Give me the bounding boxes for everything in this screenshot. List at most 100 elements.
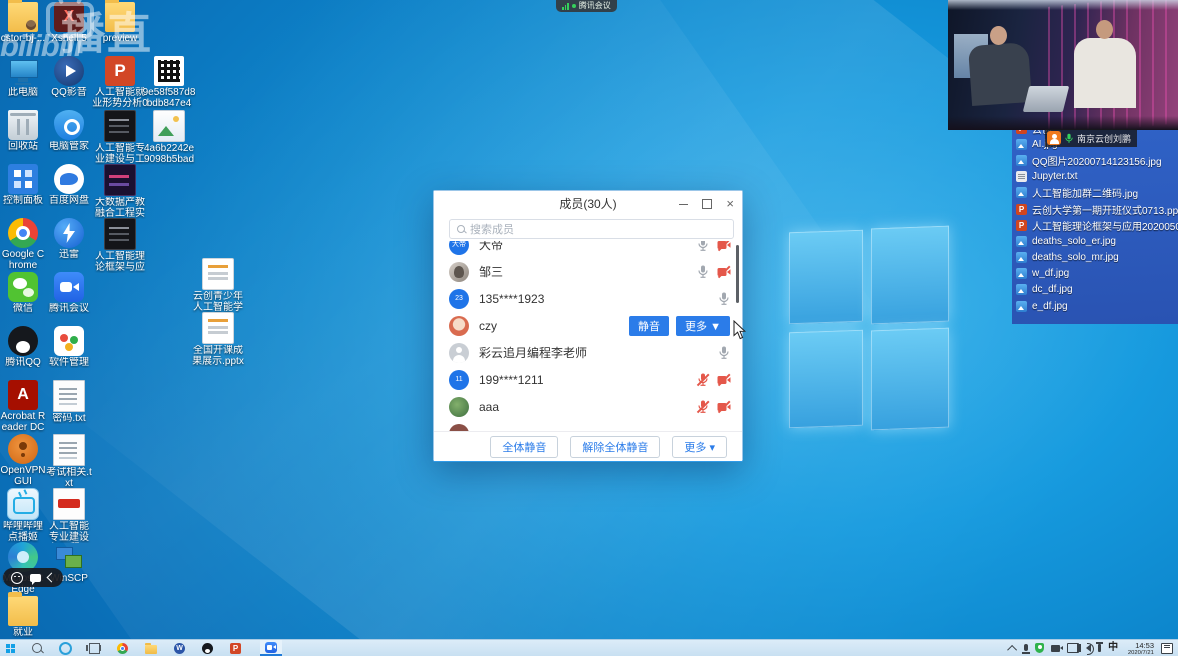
file-explorer-icon[interactable] [145,645,157,654]
desktop-icon[interactable]: 微信 [0,272,46,326]
file-item[interactable]: 人工智能加群二维码.jpg [1016,185,1178,201]
task-view-icon[interactable] [89,643,100,654]
file-item[interactable]: e_df.jpg [1016,298,1178,314]
file-item[interactable]: 人工智能理论框架与应用20200506.pptx [1016,217,1178,233]
desktop-icon[interactable]: 此电脑 [0,56,46,110]
tray-security-icon[interactable] [1035,643,1044,653]
desktop-icon[interactable]: 4a6b2242e9098b5bad5... [142,110,196,164]
desktop-icon[interactable]: 人工智能理论框架与应用2... [92,218,148,272]
desktop-icon[interactable]: 控制面板 [0,164,46,218]
tray-camera-icon[interactable] [1051,645,1060,652]
member-row[interactable]: 23 135****1923 [434,285,742,312]
live-toolbar[interactable] [3,568,63,587]
member-row[interactable]: 彩云追月编程李老师 [434,339,742,366]
tencent-meeting-taskbar-active[interactable] [260,640,282,656]
desktop-icon-label: 腾讯会议 [46,303,92,314]
desktop-icon[interactable]: 软件管理 [46,326,92,380]
search-icon[interactable] [32,643,42,653]
cortana-icon[interactable] [59,642,72,655]
webcam-video-feed[interactable] [948,0,1178,130]
desktop-icon[interactable]: 9e58f587d8bdb847e47... [142,56,196,110]
desktop-icon[interactable]: 考试相关.txt [46,434,92,488]
file-type-icon [1016,252,1027,263]
mute-button[interactable]: 静音 [629,316,669,336]
camera-icon[interactable] [716,373,732,387]
file-type-icon [1016,301,1027,312]
desktop-icon[interactable]: Acrobat Reader DC [0,380,46,434]
desktop-icon[interactable]: 全国开课成果展示.pptx [190,312,246,366]
desktop-icon[interactable]: 哔哩哔哩点播姬 [0,488,46,542]
maximize-button[interactable] [702,199,712,209]
member-search-input[interactable]: 搜索成员 [449,219,734,239]
scrollbar-thumb[interactable] [736,245,739,303]
mic-icon[interactable] [716,346,732,360]
desktop-icon-label: 迅雷 [46,249,92,260]
desktop-icon[interactable]: 云创青少年人工智能学院... [190,258,246,312]
chat-icon[interactable] [30,574,41,582]
ime-indicator[interactable]: 中 [1108,640,1118,656]
file-item[interactable]: Jupyter.txt [1016,169,1178,185]
footer-action-button[interactable]: 更多 ▾ [672,436,727,458]
powerpoint-taskbar-icon[interactable] [230,643,241,654]
member-row[interactable]: 邹三 [434,258,742,285]
desktop-icon[interactable]: 迅雷 [46,218,92,272]
emoji-face-icon[interactable] [11,572,23,584]
mic-icon[interactable] [716,292,732,306]
mic-icon[interactable] [695,265,711,279]
file-item[interactable]: QQ图片20200714123156.jpg [1016,152,1178,168]
desktop-icon[interactable]: OpenVPN GUI [0,434,46,488]
more-dropdown-button[interactable]: 更多 ▼ [676,316,730,336]
tray-clock[interactable]: 14:53 2020/7/21 [1125,641,1154,656]
desktop-icon[interactable]: 人工智能就业形势分析07... [92,56,148,110]
desktop-icon[interactable]: Google Chrome [0,218,46,272]
mic-icon[interactable] [695,400,711,414]
desktop-icon[interactable]: 百度网盘 [46,164,92,218]
chrome-taskbar-icon[interactable] [117,643,128,654]
desktop-icon[interactable]: preview [92,2,148,56]
dialog-titlebar[interactable]: 成员(30人) × [434,191,742,217]
file-item[interactable]: 云创大学第一期开班仪式0713.pptx [1016,201,1178,217]
file-item[interactable]: deaths_solo_mr.jpg [1016,250,1178,266]
desktop-icon[interactable]: QQ影音 [46,56,92,110]
mic-icon[interactable] [695,373,711,387]
desktop-icon[interactable]: Xshell 5 [46,2,92,56]
member-row[interactable]: czy 静音 更多 ▼ [434,312,742,339]
desktop-icon[interactable]: 密码.txt [46,380,92,434]
tray-plug-icon[interactable] [1098,644,1101,652]
camera-icon[interactable] [716,265,732,279]
member-row[interactable]: 11 199****1211 [434,366,742,393]
start-button[interactable] [6,644,15,653]
minimize-button[interactable] [679,204,688,205]
desktop-icon[interactable]: 回收站 [0,110,46,164]
desktop-icon[interactable]: 大数据产教融合工程实践0... [92,164,148,218]
collapse-chevron-icon[interactable] [46,573,56,583]
w-app-icon[interactable] [174,643,185,654]
desktop-icon-column: 云创青少年人工智能学院... 全国开课成果展示.pptx [190,258,246,366]
camera-icon[interactable] [716,400,732,414]
tray-volume-icon[interactable] [1086,644,1091,652]
desktop-icon[interactable]: 腾讯QQ [0,326,46,380]
file-item[interactable]: deaths_solo_er.jpg [1016,233,1178,249]
desktop-icon[interactable]: 腾讯会议 [46,272,92,326]
desktop-icon-glyph [54,56,84,86]
footer-action-button[interactable]: 全体静音 [490,436,558,458]
tray-mic-icon[interactable] [1024,644,1028,651]
desktop-icon-label: 人工智能专业建设与工程... [46,521,92,543]
desktop-icon[interactable]: 人工智能专业建设与工程... [92,110,148,164]
desktop-icon-glyph [53,380,85,412]
desktop-icon[interactable]: 电脑管家 [46,110,92,164]
member-row[interactable]: aaa [434,393,742,420]
desk-shadow [948,116,1178,130]
desktop-icon[interactable]: cstor-bj-... [0,2,46,56]
close-button[interactable]: × [726,199,734,209]
file-item[interactable]: w_df.jpg [1016,266,1178,282]
footer-action-button[interactable]: 解除全体静音 [570,436,660,458]
meeting-status-pill[interactable]: 腾讯会议 [556,0,617,12]
desktop-icon[interactable]: 人工智能专业建设与工程... [46,488,92,542]
desktop-icon-column: preview 人工智能就业形势分析07... 人工智能专业建设与工程... 大… [92,2,148,272]
member-avatar: 11 [449,370,469,390]
qq-taskbar-icon[interactable] [202,643,213,654]
file-item[interactable]: dc_df.jpg [1016,282,1178,298]
member-row[interactable] [434,420,742,431]
notification-center-icon[interactable] [1161,643,1173,654]
